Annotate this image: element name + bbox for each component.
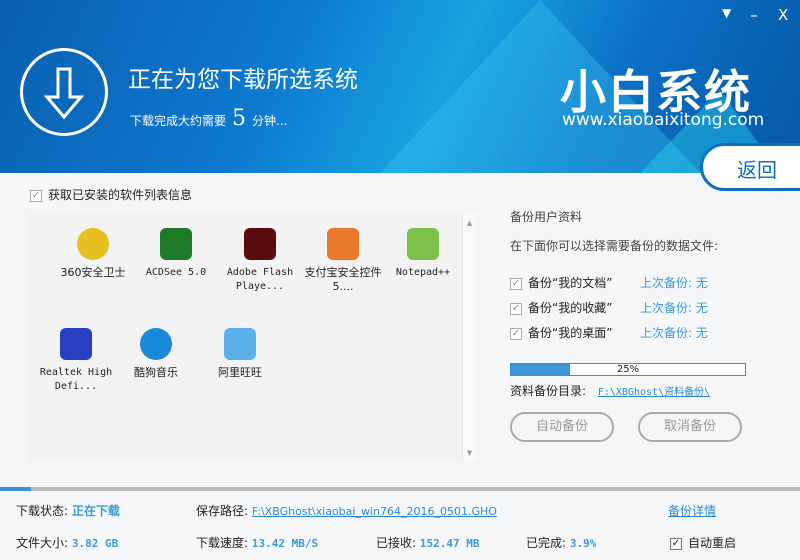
minimize-button[interactable]: –	[750, 6, 758, 24]
done-label: 已完成:	[526, 536, 567, 550]
software-item[interactable]: 支付宝安全控件 5....	[303, 228, 383, 294]
auto-reboot-checkbox[interactable]: ✓ 自动重启	[670, 534, 736, 551]
backup-panel: 备份用户资料 在下面你可以选择需要备份的数据文件: ✓ 备份“我的文档” 上次备份:…	[510, 208, 760, 399]
eta-text: 下载完成大约需要 5 分钟...	[130, 106, 288, 131]
notepad-icon	[407, 228, 439, 260]
brand-url: www.xiaobaixitong.com	[562, 110, 765, 130]
software-name: Adobe Flash Playe...	[226, 267, 294, 292]
backup-title: 备份用户资料	[510, 210, 583, 224]
speed-label: 下载速度:	[196, 536, 249, 550]
last-backup: 上次备份: 无	[640, 301, 708, 315]
realtek-crab-icon	[60, 328, 92, 360]
acdsee-eye-icon	[160, 228, 192, 260]
software-item[interactable]: Realtek High Defi...	[36, 328, 116, 394]
backup-item-checkbox[interactable]: ✓ 备份“我的文档”	[510, 276, 612, 290]
software-item[interactable]: 360安全卫士	[53, 228, 133, 280]
software-item[interactable]: 阿里旺旺	[200, 328, 280, 380]
backup-desc: 在下面你可以选择需要备份的数据文件:	[510, 239, 719, 253]
software-item[interactable]: 酷狗音乐	[116, 328, 196, 380]
path-label: 保存路径:	[196, 504, 249, 518]
software-item[interactable]: ACDSee 5.0	[136, 228, 216, 280]
backup-item-label: 备份“我的桌面”	[528, 326, 613, 340]
software-name: 阿里旺旺	[218, 366, 262, 379]
software-list-checkbox[interactable]: ✓ 获取已安装的软件列表信息	[30, 186, 192, 203]
backup-dir-label: 资料备份目录:	[510, 384, 587, 398]
page-title: 正在为您下载所选系统	[128, 67, 358, 93]
auto-backup-button[interactable]: 自动备份	[510, 412, 614, 442]
software-name: Realtek High Defi...	[39, 367, 113, 392]
received-label: 已接收:	[376, 536, 417, 550]
size-label: 文件大小:	[16, 536, 69, 550]
dropdown-menu-icon[interactable]: ▼	[722, 6, 731, 20]
alipay-shield-icon	[327, 228, 359, 260]
backup-dir-link[interactable]: F:\XBGhost\资料备份\	[598, 387, 710, 398]
aliwangwang-icon	[224, 328, 256, 360]
software-item[interactable]: Notepad++	[383, 228, 463, 280]
download-arrow-icon	[20, 48, 108, 136]
save-path-link[interactable]: F:\XBGhost\xiaobai_win764_2016_0501.GHO	[252, 505, 497, 518]
file-size: 3.82 GB	[71, 537, 119, 550]
software-list-label: 获取已安装的软件列表信息	[48, 188, 193, 202]
last-backup: 上次备份: 无	[640, 276, 708, 290]
flash-icon	[244, 228, 276, 260]
backup-item-label: 备份“我的收藏”	[528, 301, 613, 315]
software-name: 酷狗音乐	[134, 366, 178, 379]
done-percent: 3.9%	[569, 537, 597, 550]
backup-progress-bar: 25%	[510, 363, 746, 376]
last-backup: 上次备份: 无	[640, 326, 708, 340]
received-size: 152.47 MB	[419, 537, 480, 550]
header-banner: ▼ – X 正在为您下载所选系统 下载完成大约需要 5 分钟... 小白系统 www…	[0, 0, 800, 173]
cancel-backup-button[interactable]: 取消备份	[638, 412, 742, 442]
software-name: ACDSee 5.0	[145, 267, 207, 278]
close-button[interactable]: X	[778, 6, 788, 24]
download-state: 正在下载	[71, 504, 120, 518]
backup-item-checkbox[interactable]: ✓ 备份“我的收藏”	[510, 301, 612, 315]
software-item[interactable]: Adobe Flash Playe...	[220, 228, 300, 294]
backup-item-checkbox[interactable]: ✓ 备份“我的桌面”	[510, 326, 612, 340]
backup-item: ✓ 备份“我的桌面” 上次备份: 无	[510, 324, 760, 349]
software-name: Notepad++	[395, 267, 451, 278]
software-list: 360安全卫士 ACDSee 5.0 Adobe Flash Playe... 支付宝…	[28, 213, 476, 461]
download-progress-bar	[0, 487, 800, 491]
backup-item: ✓ 备份“我的收藏” 上次备份: 无	[510, 299, 760, 324]
download-speed: 13.42 MB/S	[251, 537, 319, 550]
backup-item: ✓ 备份“我的文档” 上次备份: 无	[510, 274, 760, 299]
backup-details-link[interactable]: 备份详情	[668, 502, 716, 519]
auto-reboot-label: 自动重启	[688, 536, 737, 550]
software-name: 360安全卫士	[60, 266, 126, 279]
kugou-icon	[140, 328, 172, 360]
backup-item-label: 备份“我的文档”	[528, 276, 613, 290]
software-name: 支付宝安全控件 5....	[304, 266, 382, 293]
scrollbar[interactable]: ▲ ▼	[462, 213, 476, 461]
state-label: 下载状态:	[16, 504, 69, 518]
360-icon	[77, 228, 109, 260]
back-button[interactable]: 返回	[700, 143, 800, 191]
